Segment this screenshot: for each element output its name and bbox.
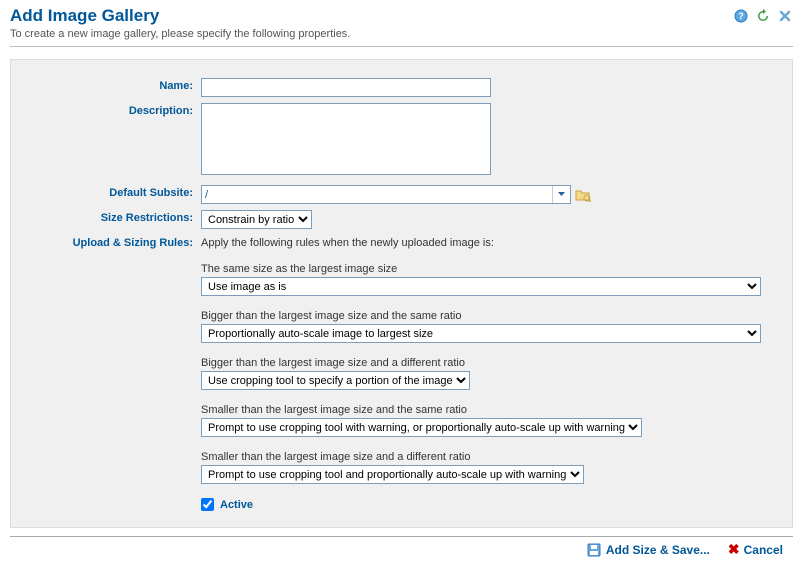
page-title: Add Image Gallery — [10, 6, 350, 26]
label-name: Name: — [21, 78, 201, 92]
add-size-save-button[interactable]: Add Size & Save... — [586, 542, 710, 558]
row-description: Description: — [21, 103, 782, 175]
label-description: Description: — [21, 103, 201, 117]
rule-3-select[interactable]: Use cropping tool to specify a portion o… — [201, 371, 470, 390]
rule-5-select[interactable]: Prompt to use cropping tool and proporti… — [201, 465, 584, 484]
rule-2: Bigger than the largest image size and t… — [201, 310, 782, 343]
cancel-button[interactable]: ✖ Cancel — [728, 541, 783, 558]
rule-4-label: Smaller than the largest image size and … — [201, 404, 782, 416]
cancel-label: Cancel — [744, 543, 783, 557]
rule-1: The same size as the largest image size … — [201, 263, 782, 296]
size-restrictions-select[interactable]: Constrain by ratio — [201, 210, 312, 229]
row-size-restrictions: Size Restrictions: Constrain by ratio — [21, 210, 782, 229]
row-upload-rules: Upload & Sizing Rules: Apply the followi… — [21, 235, 782, 511]
page-container: Add Image Gallery To create a new image … — [0, 0, 803, 568]
row-name: Name: — [21, 78, 782, 97]
rule-1-label: The same size as the largest image size — [201, 263, 782, 275]
rule-3: Bigger than the largest image size and a… — [201, 357, 782, 390]
cancel-x-icon: ✖ — [728, 541, 740, 558]
browse-folder-icon[interactable] — [575, 187, 591, 203]
add-size-save-label: Add Size & Save... — [606, 543, 710, 557]
rule-2-label: Bigger than the largest image size and t… — [201, 310, 782, 322]
footer-bar: Add Size & Save... ✖ Cancel — [10, 536, 793, 560]
header-divider — [10, 46, 793, 47]
form-body: Name: Description: Default Subsite: — [10, 59, 793, 528]
active-label: Active — [220, 499, 253, 511]
header-icon-bar: ? — [733, 6, 793, 24]
rule-3-label: Bigger than the largest image size and a… — [201, 357, 782, 369]
page-subtitle: To create a new image gallery, please sp… — [10, 28, 350, 40]
active-row: Active — [201, 498, 782, 511]
label-upload-rules: Upload & Sizing Rules: — [21, 235, 201, 249]
rules-intro-text: Apply the following rules when the newly… — [201, 235, 782, 249]
save-disk-icon — [586, 542, 602, 558]
close-icon[interactable] — [777, 8, 793, 24]
default-subsite-input[interactable] — [202, 188, 552, 202]
default-subsite-combo[interactable] — [201, 185, 571, 204]
label-size-restrictions: Size Restrictions: — [21, 210, 201, 224]
rule-4-select[interactable]: Prompt to use cropping tool with warning… — [201, 418, 642, 437]
rule-2-select[interactable]: Proportionally auto-scale image to large… — [201, 324, 761, 343]
description-textarea[interactable] — [201, 103, 491, 175]
header-text: Add Image Gallery To create a new image … — [10, 6, 350, 46]
name-input[interactable] — [201, 78, 491, 97]
chevron-down-icon[interactable] — [552, 186, 570, 203]
svg-text:?: ? — [738, 11, 744, 21]
rule-5-label: Smaller than the largest image size and … — [201, 451, 782, 463]
help-icon[interactable]: ? — [733, 8, 749, 24]
rule-1-select[interactable]: Use image as is — [201, 277, 761, 296]
rule-5: Smaller than the largest image size and … — [201, 451, 782, 484]
rule-4: Smaller than the largest image size and … — [201, 404, 782, 437]
label-default-subsite: Default Subsite: — [21, 185, 201, 199]
row-default-subsite: Default Subsite: — [21, 185, 782, 204]
active-checkbox[interactable] — [201, 498, 214, 511]
header-row: Add Image Gallery To create a new image … — [10, 6, 793, 46]
refresh-icon[interactable] — [755, 8, 771, 24]
